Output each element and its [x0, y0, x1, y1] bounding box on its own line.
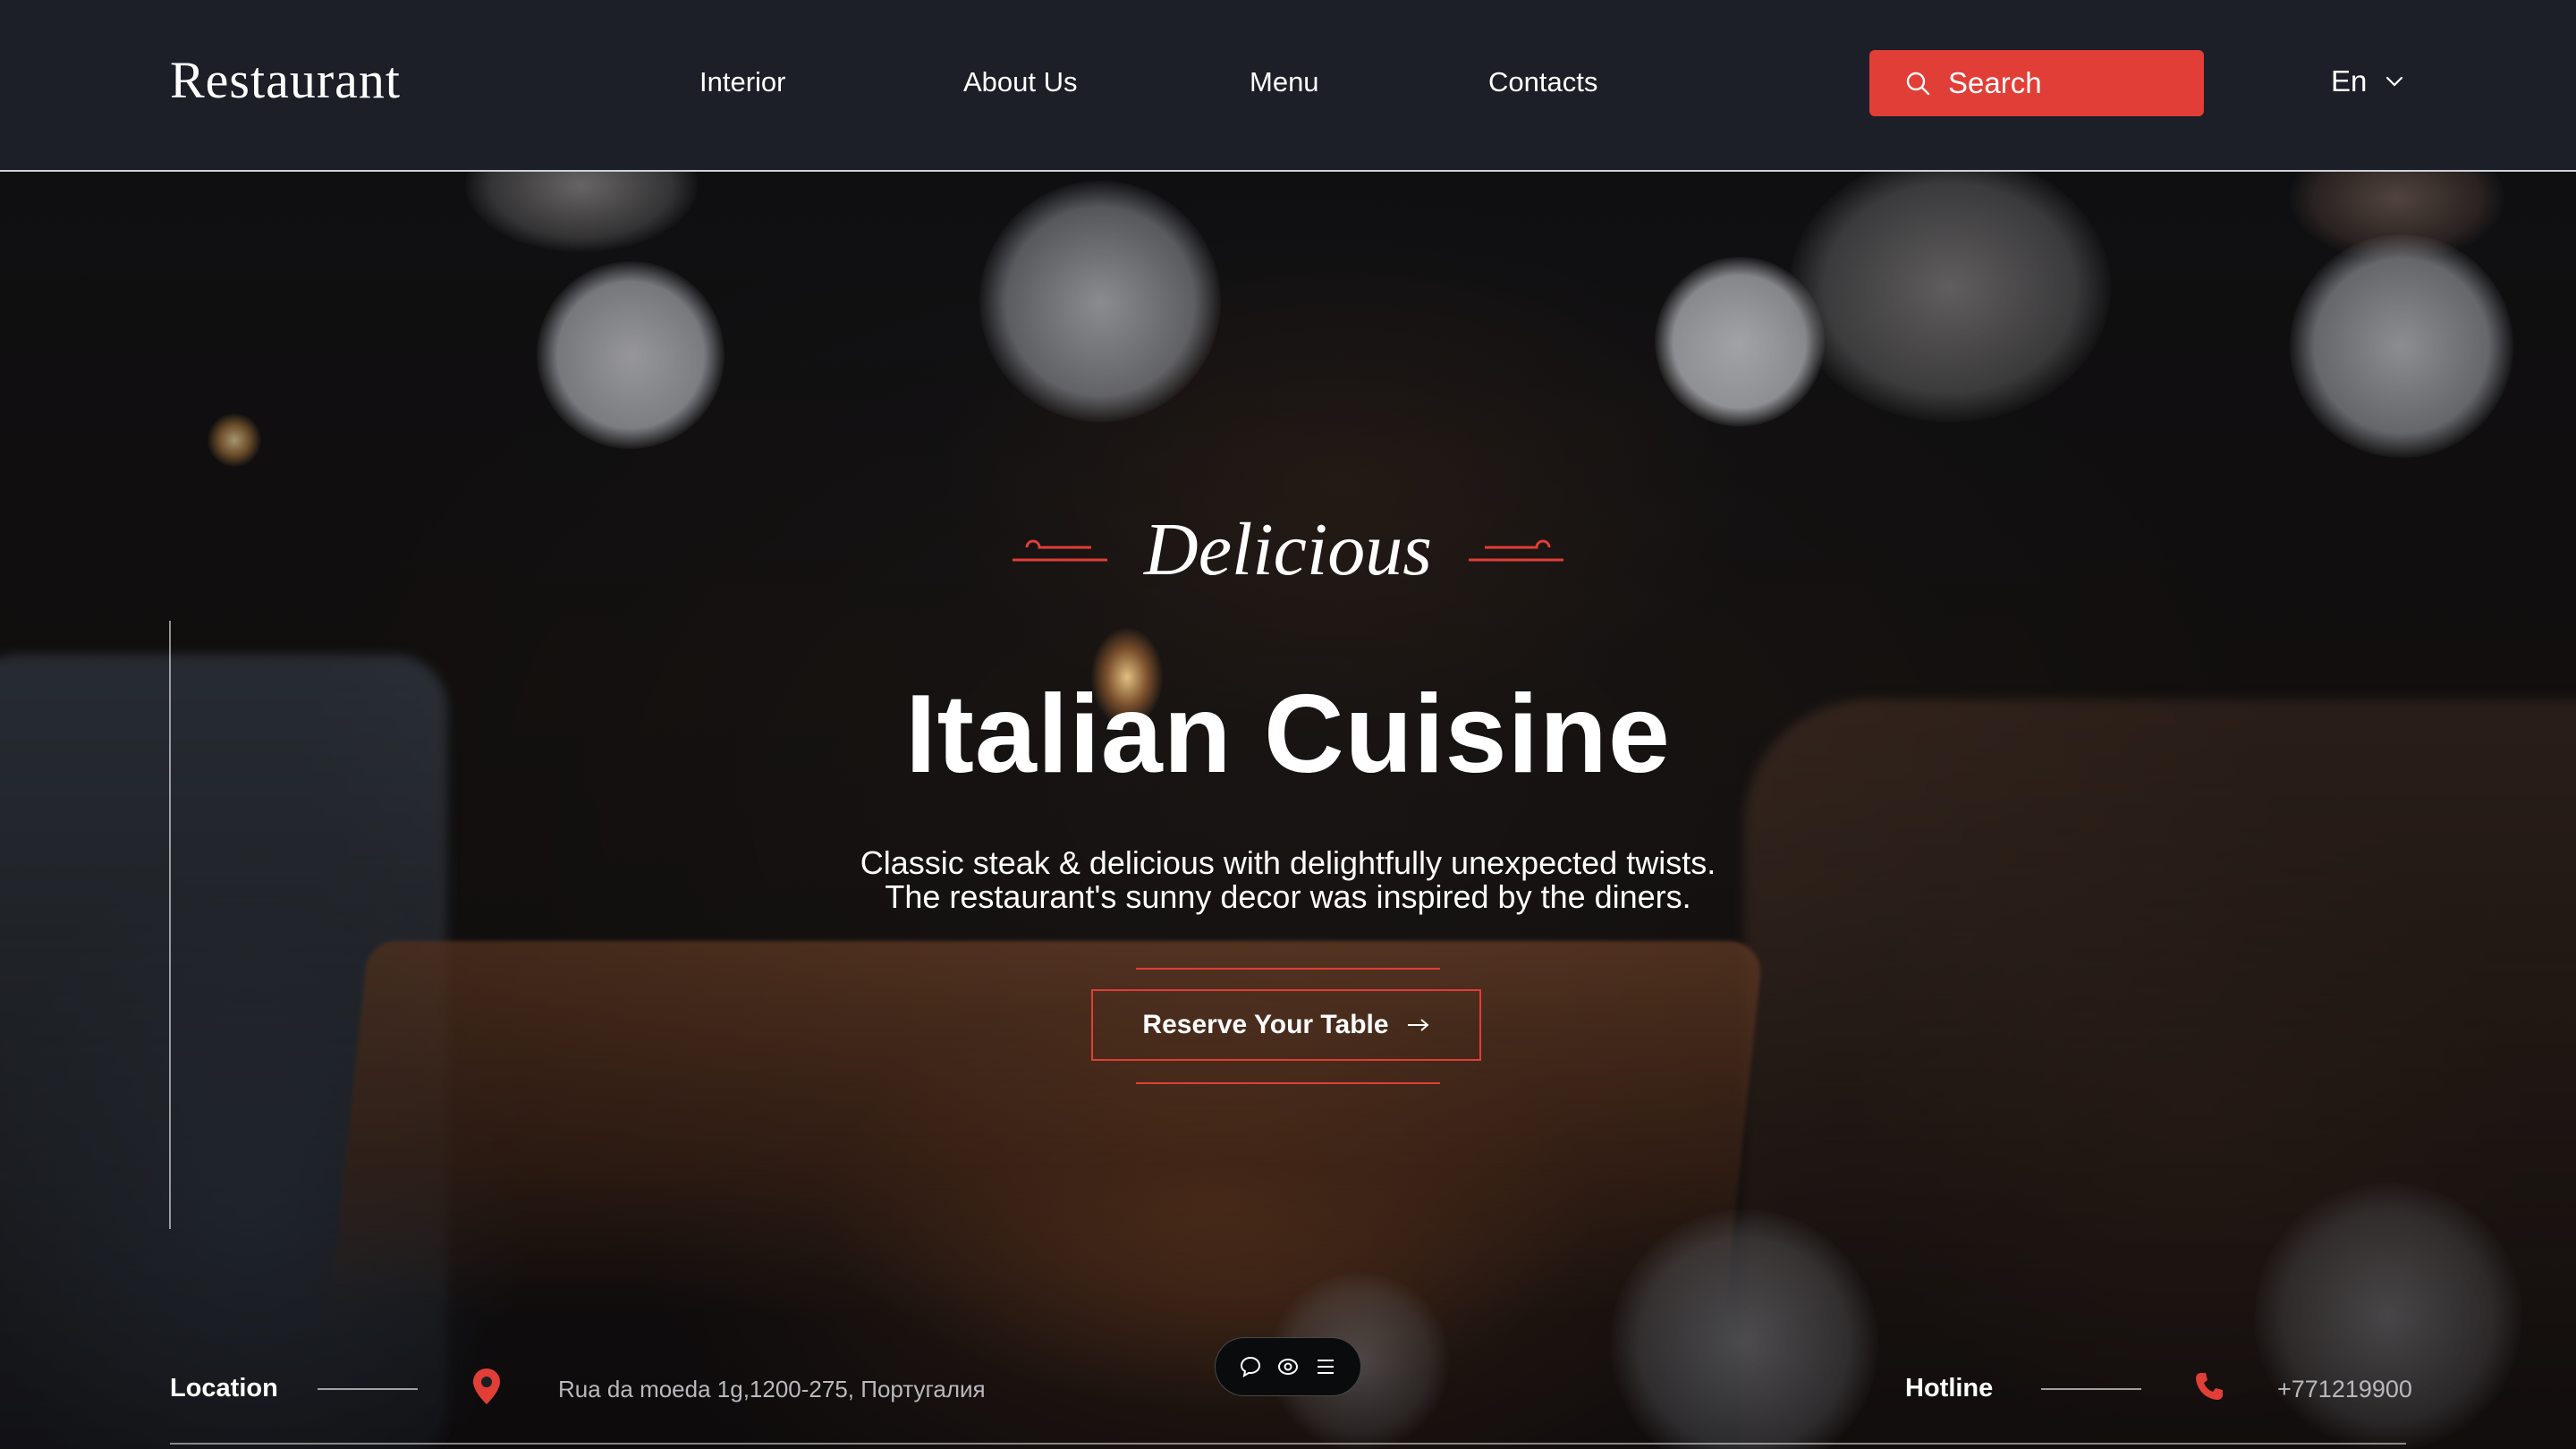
search-label: Search [1948, 66, 2042, 99]
hotline-label: Hotline [1905, 1374, 1994, 1402]
search-icon [1906, 72, 1930, 96]
bottom-divider [170, 1443, 2406, 1445]
nav-item-contacts[interactable]: Contacts [1488, 66, 1597, 98]
language-label: En [2331, 64, 2368, 97]
ornament-right-icon [1469, 539, 1563, 562]
hotline-number[interactable]: +771219900 [2277, 1376, 2412, 1403]
hero-subtitle-line-1: Classic steak & delicious with delightfu… [860, 844, 1716, 881]
cta-accent-line [1136, 1082, 1440, 1084]
reserve-table-button[interactable]: Reserve Your Table [1091, 989, 1481, 1061]
search-button[interactable]: Search [1869, 50, 2204, 116]
location-label: Location [170, 1374, 278, 1402]
chat-bubble-icon[interactable] [1239, 1355, 1262, 1378]
nav-item-about-us[interactable]: About Us [963, 66, 1078, 98]
hotline-divider [2041, 1388, 2141, 1390]
script-title: Delicious [1144, 508, 1432, 591]
nav-item-menu[interactable]: Menu [1250, 66, 1319, 98]
script-title-row: Delicious [0, 501, 2576, 599]
page: Restaurant Interior About Us Menu Contac… [0, 0, 2576, 1449]
reserve-cta-wrapper: Reserve Your Table [1091, 968, 1485, 1084]
hero-subtitle-line-2: The restaurant's sunny decor was inspire… [885, 878, 1691, 915]
hero-subtitle: Classic steak & delicious with delightfu… [0, 846, 2576, 914]
hero-overlay [0, 172, 2576, 1449]
location-divider [318, 1388, 418, 1390]
reserve-table-label: Reserve Your Table [1142, 1010, 1389, 1039]
eye-icon[interactable] [1276, 1355, 1300, 1378]
arrow-right-icon [1407, 1019, 1429, 1031]
chevron-down-icon [2386, 76, 2403, 87]
floating-toolbar [1215, 1337, 1361, 1396]
language-selector[interactable]: En [2331, 64, 2404, 98]
nav-item-interior[interactable]: Interior [699, 66, 785, 98]
phone-icon [2196, 1373, 2223, 1400]
location-address[interactable]: Rua da moeda 1g,1200-275, Португалия [558, 1376, 986, 1403]
cta-accent-line [1136, 968, 1440, 970]
hero-title: Italian Cuisine [905, 673, 1671, 796]
hero-background-image [0, 172, 2576, 1449]
map-pin-icon [473, 1368, 500, 1404]
menu-icon[interactable] [1314, 1355, 1337, 1378]
site-header: Restaurant Interior About Us Menu Contac… [0, 0, 2576, 172]
